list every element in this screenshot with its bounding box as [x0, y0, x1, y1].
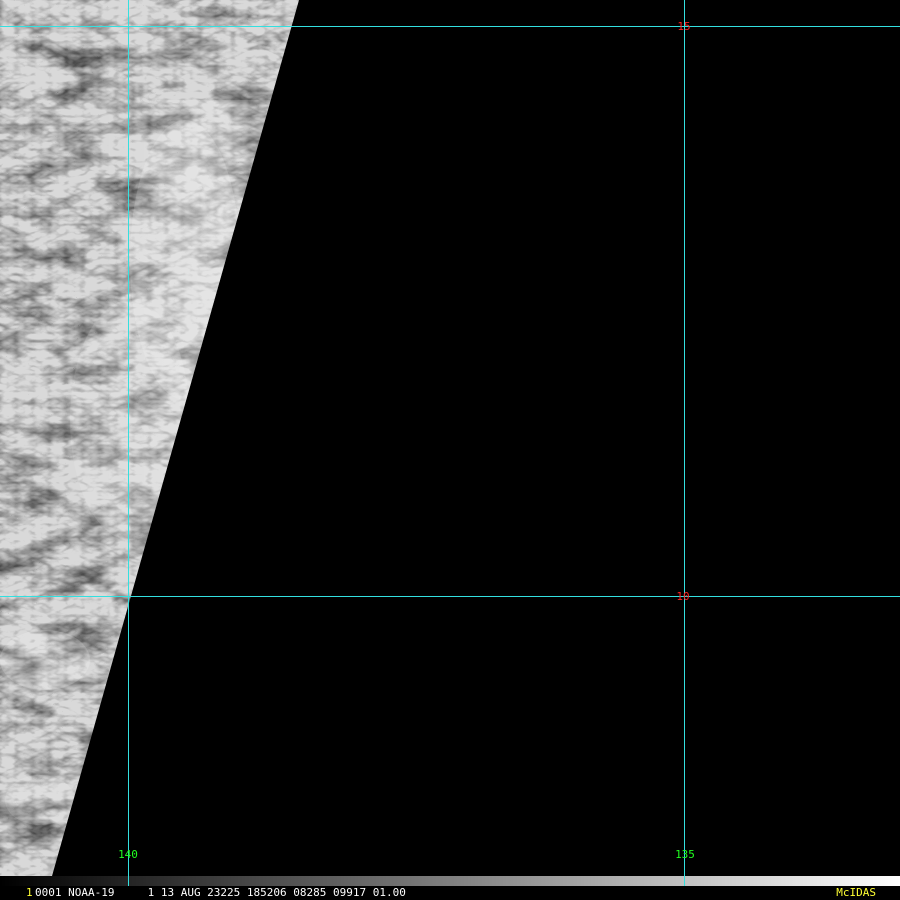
satellite-map: 15 10 140 135 [0, 0, 900, 900]
latitude-label-10: 10 [676, 590, 689, 603]
latitude-label-15: 15 [677, 20, 690, 33]
image-info-line: 0001 NOAA-19 1 13 AUG 23225 185206 08285… [35, 886, 406, 899]
grayscale-bar [0, 876, 900, 886]
longitude-label-135: 135 [675, 848, 695, 861]
longitude-label-140: 140 [118, 848, 138, 861]
mcidas-logo: McIDAS [836, 886, 876, 899]
frame-number: 1 [26, 886, 33, 899]
